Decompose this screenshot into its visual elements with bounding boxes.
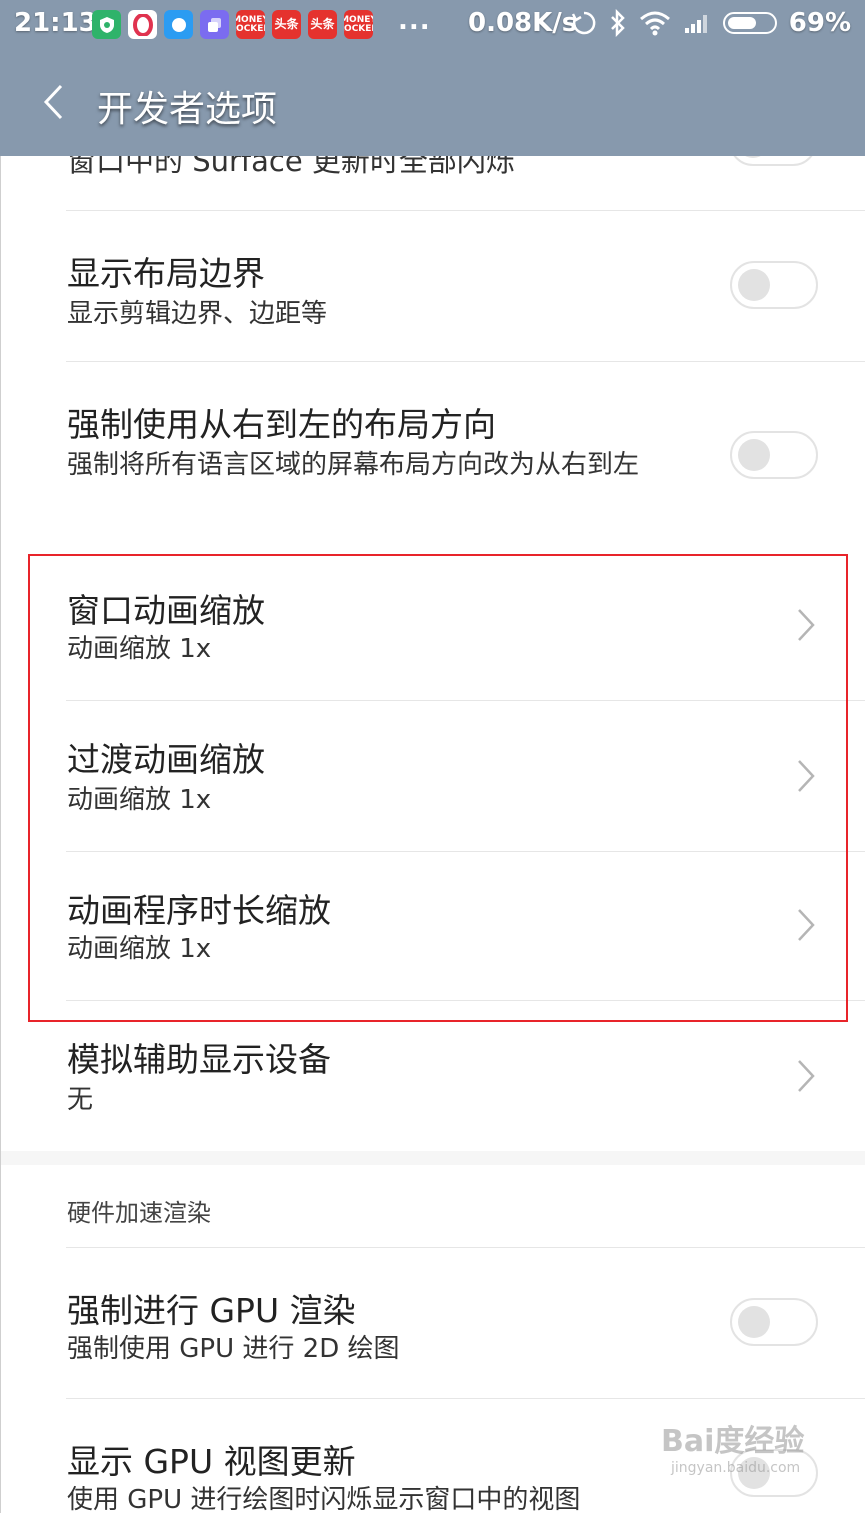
- list-item-subtitle: 动画缩放 1x: [67, 934, 212, 964]
- sync-icon: [571, 11, 596, 35]
- toutiao-icon: 头条: [272, 10, 301, 39]
- bubble-app-icon: [164, 10, 193, 39]
- partial-row-subtitle: 窗口中的 Surface 更新时全部闪烁: [67, 156, 515, 178]
- list-item-title: 窗口动画缩放: [67, 591, 265, 630]
- list-item-subtitle: 强制将所有语言区域的屏幕布局方向改为从右到左: [67, 450, 640, 480]
- money-locker-icon: MONEY LOCKER: [236, 10, 265, 39]
- status-bar: 21:13 MONEY LOCKER 头条 头条 MONEY LOCKER: [0, 0, 865, 50]
- back-button[interactable]: [28, 74, 78, 130]
- list-item-subtitle: 使用 GPU 进行绘图时闪烁显示窗口中的视图: [67, 1485, 581, 1513]
- list-item-title: 模拟辅助显示设备: [67, 1040, 331, 1079]
- list-item-title: 过渡动画缩放: [67, 740, 265, 779]
- signal-icon: [684, 15, 707, 33]
- battery-icon: [722, 12, 777, 34]
- watermark: Bai度经验 jingyan.baidu.com: [661, 1416, 804, 1476]
- developer-options-screen: 21:13 MONEY LOCKER 头条 头条 MONEY LOCKER: [0, 0, 865, 1513]
- toggle-switch[interactable]: [730, 1298, 818, 1346]
- list-item-subtitle: 动画缩放 1x: [67, 634, 212, 664]
- money-locker-icon: MONEY LOCKER: [344, 10, 373, 39]
- list-item-window-animation-scale[interactable]: 窗口动画缩放 动画缩放 1x: [1, 552, 865, 700]
- chevron-right-icon: [798, 609, 815, 641]
- chevron-right-icon: [798, 1060, 815, 1092]
- watermark-text: Bai度经验: [661, 1424, 805, 1459]
- toutiao-icon: 头条: [308, 10, 337, 39]
- list-item-transition-animation-scale[interactable]: 过渡动画缩放 动画缩放 1x: [1, 701, 865, 851]
- list-item-title: 显示 GPU 视图更新: [67, 1442, 356, 1481]
- list-item-animator-duration-scale[interactable]: 动画程序时长缩放 动画缩放 1x: [1, 852, 865, 1000]
- chevron-left-icon: [43, 84, 63, 120]
- list-item-subtitle: 无: [67, 1085, 94, 1115]
- list-item-force-rtl[interactable]: 强制使用从右到左的布局方向 强制将所有语言区域的屏幕布局方向改为从右到左: [1, 362, 865, 552]
- watermark-url: jingyan.baidu.com: [671, 1460, 801, 1476]
- section-header-hardware-rendering: 硬件加速渲染: [67, 1199, 211, 1227]
- list-item-subtitle: 显示剪辑边界、边距等: [67, 299, 328, 329]
- partial-row-toggle[interactable]: [729, 156, 817, 166]
- more-notifications-icon: ...: [398, 6, 431, 36]
- opera-app-icon: [128, 10, 157, 39]
- bluetooth-icon: [610, 9, 625, 37]
- list-item-force-gpu-rendering[interactable]: 强制进行 GPU 渲染 强制使用 GPU 进行 2D 绘图: [1, 1248, 865, 1398]
- status-right-group: 69%: [571, 8, 851, 38]
- list-item-subtitle: 强制使用 GPU 进行 2D 绘图: [67, 1334, 400, 1364]
- list-item-title: 动画程序时长缩放: [67, 891, 331, 930]
- chevron-right-icon: [798, 760, 815, 792]
- list-item-simulate-secondary-display[interactable]: 模拟辅助显示设备 无: [1, 1001, 865, 1151]
- list-item-subtitle: 动画缩放 1x: [67, 785, 212, 815]
- settings-list[interactable]: 窗口中的 Surface 更新时全部闪烁 显示布局边界 显示剪辑边界、边距等 强…: [0, 156, 865, 1513]
- wifi-icon: [639, 11, 670, 36]
- app-header: 开发者选项: [0, 50, 865, 156]
- top-bar: 21:13 MONEY LOCKER 头条 头条 MONEY LOCKER: [0, 0, 865, 156]
- battery-percent: 69%: [788, 8, 851, 38]
- list-item-title: 强制进行 GPU 渲染: [67, 1291, 356, 1330]
- notification-app-icons: MONEY LOCKER 头条 头条 MONEY LOCKER: [92, 10, 373, 39]
- stack-app-icon: [200, 10, 229, 39]
- list-item-show-layout-bounds[interactable]: 显示布局边界 显示剪辑边界、边距等: [1, 211, 865, 361]
- list-item-title: 强制使用从右到左的布局方向: [67, 405, 496, 444]
- section-separator: [1, 1151, 865, 1165]
- page-title: 开发者选项: [97, 89, 278, 130]
- network-speed: 0.08K/s: [468, 8, 578, 38]
- shield-app-icon: [92, 10, 121, 39]
- list-item-title: 显示布局边界: [67, 254, 265, 293]
- toggle-switch[interactable]: [730, 431, 818, 479]
- toggle-switch[interactable]: [730, 261, 818, 309]
- chevron-right-icon: [798, 909, 815, 941]
- status-time: 21:13: [14, 8, 97, 38]
